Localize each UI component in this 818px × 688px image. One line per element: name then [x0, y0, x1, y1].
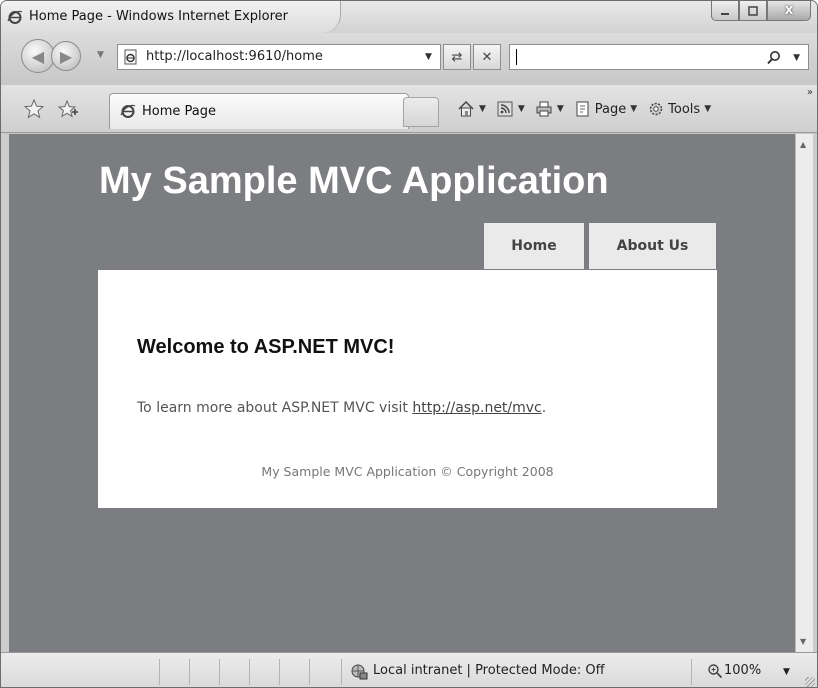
site-footer: My Sample MVC Application © Copyright 20…: [261, 464, 554, 479]
more-commands-icon[interactable]: »: [807, 87, 813, 98]
status-divider: [159, 659, 160, 685]
minimize-button[interactable]: [711, 1, 739, 21]
minimize-icon: [721, 12, 729, 15]
tab-home-page[interactable]: Home Page: [109, 93, 409, 129]
maximize-button[interactable]: [739, 1, 767, 21]
window-title: Home Page - Windows Internet Explorer: [29, 9, 288, 24]
window-left-frame: [1, 134, 9, 652]
recent-pages-dropdown[interactable]: ▼: [97, 50, 104, 60]
search-options-dropdown[interactable]: ▼: [793, 53, 800, 63]
rss-feed-icon: [497, 101, 513, 117]
title-bar: Home Page - Windows Internet Explorer X: [1, 1, 817, 33]
menu-item-home[interactable]: Home: [484, 223, 584, 269]
asp-net-mvc-link[interactable]: http://asp.net/mvc: [412, 400, 541, 416]
maximize-icon: [748, 5, 758, 16]
home-button[interactable]: ▼: [457, 100, 486, 118]
stop-button[interactable]: ✕: [473, 44, 501, 70]
forward-arrow-icon: ▶: [59, 46, 73, 66]
menu-item-about-us[interactable]: About Us: [589, 223, 716, 269]
zoom-icon: [708, 664, 723, 679]
address-toolbar: ◀ ▶ ▼ http://localhost:9610/home ▼ ⇄ ✕ ▼: [1, 33, 817, 85]
search-icon[interactable]: [766, 50, 782, 66]
back-button[interactable]: ◀: [21, 39, 55, 73]
status-divider: [309, 659, 310, 685]
back-arrow-icon: ◀: [31, 46, 45, 66]
chevron-down-icon[interactable]: ▼: [557, 104, 564, 114]
status-divider: [219, 659, 220, 685]
address-url: http://localhost:9610/home: [146, 49, 323, 64]
status-divider: [189, 659, 190, 685]
command-bar: Home Page ▼ ▼ ▼ Page ▼ Tools ▼ »: [1, 85, 817, 133]
resize-grip-icon[interactable]: [805, 677, 815, 687]
intro-prefix: To learn more about ASP.NET MVC visit: [137, 400, 413, 416]
tools-menu-label: Tools: [668, 101, 701, 117]
refresh-icon: ⇄: [451, 49, 463, 65]
window-controls: X: [711, 1, 811, 23]
add-favorites-icon[interactable]: [57, 98, 79, 120]
zoom-dropdown[interactable]: ▼: [783, 667, 790, 677]
printer-icon: [536, 101, 552, 117]
status-divider: [279, 659, 280, 685]
page-icon: [124, 49, 137, 65]
site-menu: Home About Us: [484, 223, 716, 269]
search-input[interactable]: ▼: [509, 44, 809, 70]
stop-icon: ✕: [481, 49, 493, 65]
address-bar[interactable]: http://localhost:9610/home: [117, 44, 441, 70]
page-heading: Welcome to ASP.NET MVC!: [137, 336, 395, 358]
chevron-down-icon: ▼: [704, 104, 712, 114]
address-dropdown[interactable]: ▼: [425, 52, 432, 62]
tools-menu[interactable]: Tools ▼: [647, 100, 711, 118]
gear-icon: [649, 102, 663, 116]
new-tab-button[interactable]: [403, 97, 439, 127]
scroll-down-icon[interactable]: ▼: [800, 637, 806, 646]
ie-page-icon: [120, 104, 136, 118]
page-viewport: My Sample MVC Application Home About Us …: [9, 134, 795, 652]
close-icon: X: [784, 4, 794, 17]
feeds-button[interactable]: ▼: [496, 100, 525, 118]
intranet-zone-icon: [351, 664, 368, 680]
status-bar: Local intranet | Protected Mode: Off 100…: [1, 652, 817, 687]
home-icon: [458, 100, 474, 117]
chevron-down-icon[interactable]: ▼: [518, 104, 525, 114]
page-menu-label: Page: [594, 101, 627, 117]
chevron-down-icon: ▼: [630, 104, 638, 114]
vertical-scrollbar[interactable]: ▲ ▼: [795, 134, 813, 652]
security-zone-text[interactable]: Local intranet | Protected Mode: Off: [373, 663, 605, 678]
intro-suffix: .: [541, 400, 547, 416]
tab-label: Home Page: [142, 104, 216, 119]
status-divider: [341, 659, 342, 685]
chevron-down-icon[interactable]: ▼: [479, 104, 486, 114]
browser-window: Home Page - Windows Internet Explorer X …: [0, 0, 818, 688]
forward-button[interactable]: ▶: [51, 41, 81, 71]
print-button[interactable]: ▼: [535, 100, 564, 118]
window-right-frame: [813, 134, 817, 652]
main-content: Welcome to ASP.NET MVC! To learn more ab…: [98, 270, 717, 508]
refresh-button[interactable]: ⇄: [443, 44, 471, 70]
ie-logo-icon: [7, 10, 23, 24]
favorites-star-icon[interactable]: [23, 98, 45, 120]
intro-text: To learn more about ASP.NET MVC visit ht…: [137, 400, 546, 416]
page-menu[interactable]: Page ▼: [574, 100, 637, 118]
text-caret: [516, 49, 517, 65]
status-divider: [691, 659, 692, 685]
page-icon: [576, 101, 589, 117]
zoom-level[interactable]: 100%: [724, 663, 761, 678]
command-tools: ▼ ▼ ▼ Page ▼ Tools ▼: [457, 97, 721, 121]
site-title: My Sample MVC Application: [99, 160, 609, 202]
close-button[interactable]: X: [767, 1, 811, 21]
status-divider: [249, 659, 250, 685]
scroll-up-icon[interactable]: ▲: [800, 140, 806, 149]
